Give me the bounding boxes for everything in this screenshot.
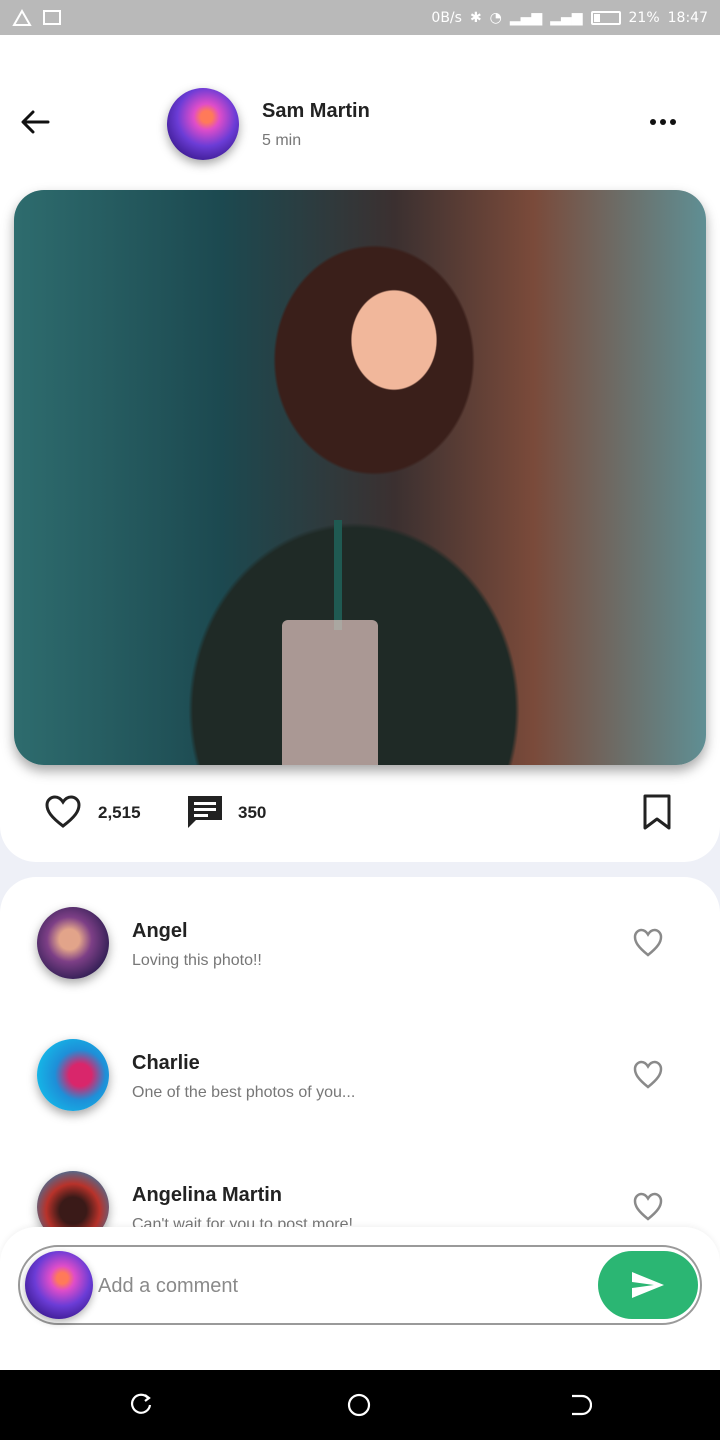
- home-icon[interactable]: [346, 1392, 372, 1418]
- comment-icon[interactable]: [186, 793, 224, 831]
- list-item[interactable]: Angel Loving this photo!!: [0, 877, 720, 997]
- comments-list: Angel Loving this photo!! Charlie One of…: [0, 877, 720, 1277]
- cast-icon: [43, 9, 61, 25]
- like-count: 2,515: [98, 803, 141, 822]
- post-actions: 2,515 350: [0, 785, 720, 845]
- send-button[interactable]: [598, 1251, 698, 1319]
- more-icon[interactable]: [646, 110, 680, 134]
- commenter-name[interactable]: Angelina Martin: [132, 1184, 282, 1207]
- avatar[interactable]: [37, 1039, 109, 1111]
- comment-pill: [18, 1245, 702, 1325]
- photo-straw: [334, 520, 342, 630]
- commenter-name[interactable]: Angel: [132, 920, 188, 943]
- author-avatar[interactable]: [167, 88, 239, 160]
- post-header: Sam Martin 5 min: [0, 85, 720, 165]
- clock: 18:47: [667, 9, 708, 26]
- signal-icon-2: ▂▄▆: [550, 9, 583, 26]
- heart-icon[interactable]: [44, 793, 82, 831]
- bluetooth-icon: ✱: [469, 9, 482, 26]
- heart-icon[interactable]: [632, 927, 664, 959]
- comment-count: 350: [238, 803, 267, 822]
- back-arrow-icon[interactable]: [18, 105, 52, 139]
- commenter-name[interactable]: Charlie: [132, 1052, 200, 1075]
- avatar[interactable]: [37, 907, 109, 979]
- comment-composer: [0, 1227, 720, 1370]
- post-photo[interactable]: [14, 190, 706, 765]
- post-time: 5 min: [262, 132, 302, 149]
- system-nav-bar: [0, 1370, 720, 1440]
- net-speed: 0B/s: [431, 9, 462, 26]
- comment-text: One of the best photos of you...: [132, 1084, 356, 1101]
- recent-apps-icon[interactable]: [128, 1392, 154, 1418]
- bookmark-icon[interactable]: [640, 793, 674, 831]
- avatar: [25, 1251, 93, 1319]
- send-icon: [632, 1272, 664, 1298]
- list-item[interactable]: Charlie One of the best photos of you...: [0, 1009, 720, 1129]
- status-bar: 0B/s ✱ ◔ ▂▄▆ ▂▄▆ 21% 18:47: [0, 0, 720, 35]
- author-name[interactable]: Sam Martin: [262, 100, 370, 123]
- photo-glass: [282, 620, 378, 765]
- heart-icon[interactable]: [632, 1059, 664, 1091]
- alert-icon: [12, 8, 32, 26]
- comment-input[interactable]: [98, 1269, 578, 1303]
- back-nav-icon[interactable]: [566, 1392, 592, 1418]
- post-card: Sam Martin 5 min 2,515 350: [0, 35, 720, 862]
- heart-icon[interactable]: [632, 1191, 664, 1223]
- battery-icon: [590, 10, 621, 25]
- signal-icon: ▂▄▆: [509, 9, 543, 26]
- battery-level: 21%: [628, 9, 660, 26]
- comment-text: Loving this photo!!: [132, 952, 262, 969]
- wifi-icon: ◔: [489, 9, 502, 26]
